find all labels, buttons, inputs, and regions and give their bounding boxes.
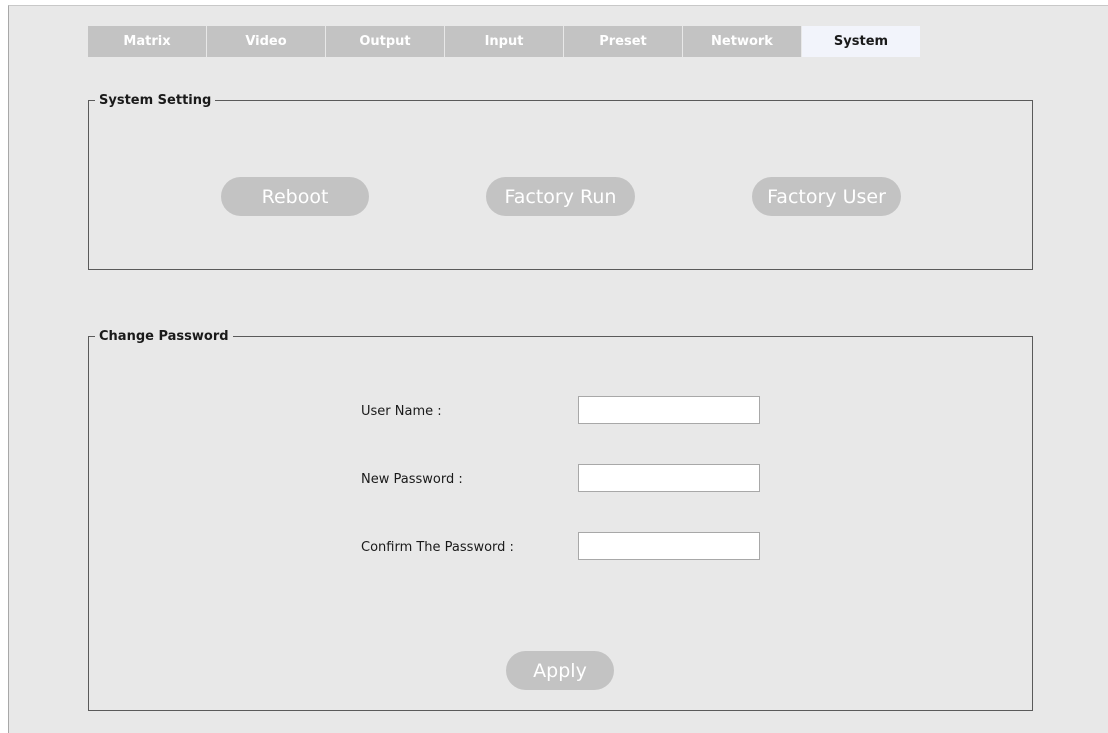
- user-name-input[interactable]: [578, 396, 760, 424]
- system-setting-title: System Setting: [99, 93, 212, 108]
- confirm-password-input[interactable]: [578, 532, 760, 560]
- tab-network[interactable]: Network: [683, 26, 801, 57]
- tab-matrix[interactable]: Matrix: [88, 26, 206, 57]
- user-name-label: User Name :: [361, 404, 442, 419]
- reboot-button[interactable]: Reboot: [221, 177, 369, 216]
- tab-preset[interactable]: Preset: [564, 26, 682, 57]
- factory-user-button[interactable]: Factory User: [752, 177, 901, 216]
- confirm-password-label: Confirm The Password :: [361, 540, 514, 555]
- system-setting-panel: System Setting Reboot Factory Run Factor…: [88, 93, 1033, 270]
- tab-bar: Matrix Video Output Input Preset Network…: [88, 26, 921, 57]
- new-password-input[interactable]: [578, 464, 760, 492]
- change-password-title: Change Password: [99, 329, 229, 344]
- tab-input[interactable]: Input: [445, 26, 563, 57]
- new-password-label: New Password :: [361, 472, 463, 487]
- tab-system[interactable]: System: [802, 26, 920, 57]
- factory-run-button[interactable]: Factory Run: [486, 177, 635, 216]
- apply-button[interactable]: Apply: [506, 651, 614, 690]
- tab-output[interactable]: Output: [326, 26, 444, 57]
- system-page: Matrix Video Output Input Preset Network…: [8, 5, 1108, 733]
- tab-video[interactable]: Video: [207, 26, 325, 57]
- change-password-panel: Change Password User Name : New Password…: [88, 329, 1033, 711]
